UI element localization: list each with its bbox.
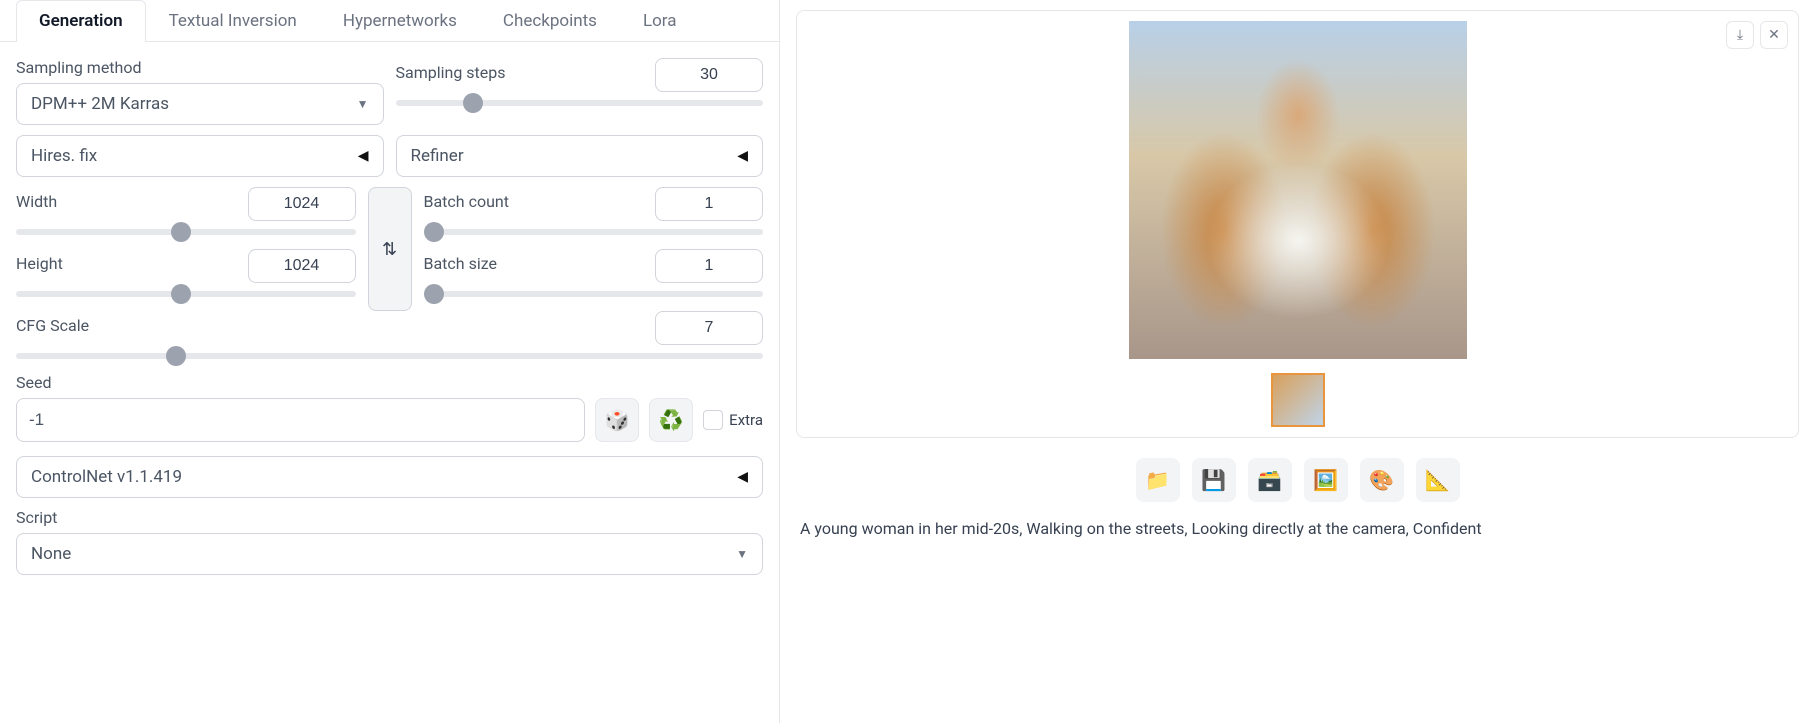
download-icon: ⤓: [1737, 27, 1743, 43]
reuse-seed-button[interactable]: ♻️: [649, 398, 693, 442]
image-icon: 🖼️: [1313, 468, 1338, 492]
script-select[interactable]: None ▼: [16, 533, 763, 575]
batch-count-input[interactable]: [655, 187, 763, 221]
sampling-steps-label: Sampling steps: [396, 63, 506, 82]
swap-dimensions-button[interactable]: ⇅: [368, 187, 412, 311]
swap-icon: ⇅: [382, 239, 397, 260]
tab-generation[interactable]: Generation: [16, 0, 146, 41]
send-to-img2img-button[interactable]: 🖼️: [1304, 458, 1348, 502]
script-value: None: [31, 544, 71, 564]
ruler-button[interactable]: 📐: [1416, 458, 1460, 502]
cfg-label: CFG Scale: [16, 316, 89, 335]
sampling-method-label: Sampling method: [16, 58, 384, 77]
seed-input[interactable]: [16, 398, 585, 442]
collapse-left-icon: ◀: [737, 469, 748, 485]
close-icon: ✕: [1768, 27, 1780, 43]
hires-fix-label: Hires. fix: [31, 146, 97, 166]
extra-seed-checkbox[interactable]: [703, 410, 723, 430]
height-input[interactable]: [248, 249, 356, 283]
batch-count-label: Batch count: [424, 192, 509, 211]
archive-icon: 🗃️: [1257, 468, 1282, 492]
controlnet-label: ControlNet v1.1.419: [31, 467, 182, 487]
tabs-bar: Generation Textual Inversion Hypernetwor…: [0, 0, 779, 42]
chevron-down-icon: ▼: [357, 97, 369, 111]
batch-size-label: Batch size: [424, 254, 498, 273]
width-label: Width: [16, 192, 57, 211]
save-icon: 💾: [1201, 468, 1226, 492]
script-label: Script: [16, 508, 763, 527]
download-image-button[interactable]: ⤓: [1726, 21, 1754, 49]
sampling-steps-input[interactable]: [655, 58, 763, 92]
cfg-input[interactable]: [655, 311, 763, 345]
thumbnail-1[interactable]: [1271, 373, 1325, 427]
width-input[interactable]: [248, 187, 356, 221]
extra-seed-label: Extra: [729, 411, 763, 429]
generation-info-text: A young woman in her mid-20s, Walking on…: [796, 518, 1799, 540]
height-label: Height: [16, 254, 63, 273]
width-slider[interactable]: [16, 229, 356, 235]
batch-size-input[interactable]: [655, 249, 763, 283]
tab-hypernetworks[interactable]: Hypernetworks: [320, 0, 480, 41]
controlnet-toggle[interactable]: ControlNet v1.1.419 ◀: [16, 456, 763, 498]
sampling-method-select[interactable]: DPM++ 2M Karras ▼: [16, 83, 384, 125]
cfg-slider[interactable]: [16, 353, 763, 359]
palette-icon: 🎨: [1369, 468, 1394, 492]
collapse-left-icon: ◀: [358, 148, 369, 164]
chevron-down-icon: ▼: [736, 547, 748, 561]
seed-label: Seed: [16, 373, 763, 392]
ruler-icon: 📐: [1425, 468, 1450, 492]
recycle-icon: ♻️: [659, 408, 684, 432]
refiner-toggle[interactable]: Refiner ◀: [396, 135, 764, 177]
collapse-left-icon: ◀: [737, 148, 748, 164]
tab-checkpoints[interactable]: Checkpoints: [480, 0, 620, 41]
sampling-method-value: DPM++ 2M Karras: [31, 94, 169, 114]
open-folder-button[interactable]: 📁: [1136, 458, 1180, 502]
send-to-extras-button[interactable]: 🎨: [1360, 458, 1404, 502]
sampling-steps-slider[interactable]: [396, 100, 764, 106]
refiner-label: Refiner: [411, 146, 464, 166]
tab-textual-inversion[interactable]: Textual Inversion: [146, 0, 320, 41]
save-button[interactable]: 💾: [1192, 458, 1236, 502]
hires-fix-toggle[interactable]: Hires. fix ◀: [16, 135, 384, 177]
batch-size-slider[interactable]: [424, 291, 764, 297]
dice-icon: 🎲: [605, 408, 630, 432]
batch-count-slider[interactable]: [424, 229, 764, 235]
tab-lora[interactable]: Lora: [620, 0, 700, 41]
randomize-seed-button[interactable]: 🎲: [595, 398, 639, 442]
generated-image[interactable]: [1129, 21, 1467, 359]
close-preview-button[interactable]: ✕: [1760, 21, 1788, 49]
height-slider[interactable]: [16, 291, 356, 297]
folder-icon: 📁: [1145, 468, 1170, 492]
zip-button[interactable]: 🗃️: [1248, 458, 1292, 502]
preview-area: ⤓ ✕: [796, 10, 1799, 438]
